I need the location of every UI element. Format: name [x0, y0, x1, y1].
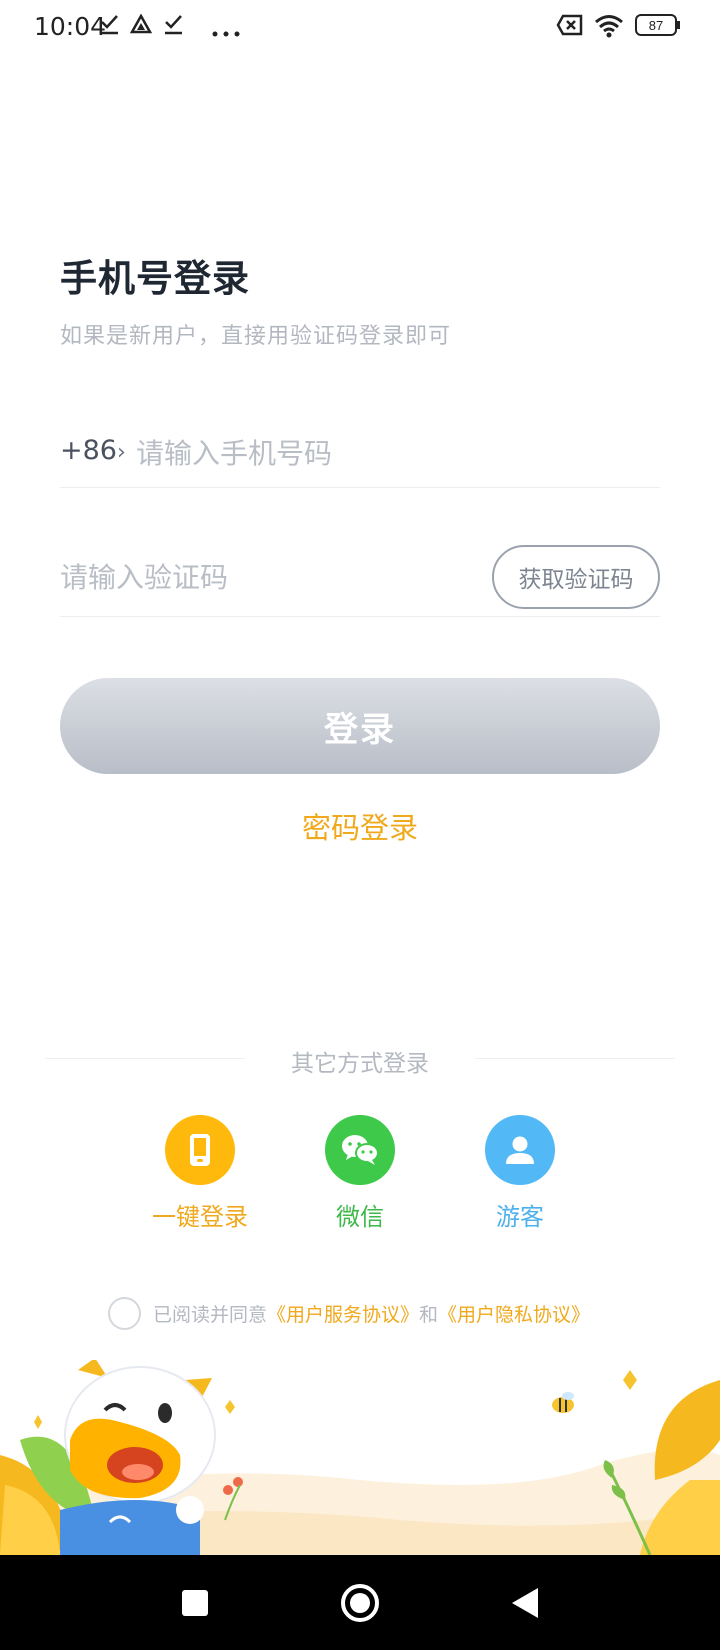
verification-code-input[interactable]: [60, 553, 460, 601]
wechat-login-label: 微信: [336, 1203, 384, 1231]
divider-line: [475, 1058, 675, 1059]
agreement-prefix: 已阅读并同意: [153, 1303, 268, 1326]
agreement-row: 已阅读并同意 《用户服务协议》 和 《用户隐私协议》: [108, 1296, 590, 1330]
phone-icon[interactable]: [165, 1115, 235, 1185]
navigation-bar: [0, 1555, 720, 1650]
password-login-link[interactable]: 密码登录: [0, 805, 720, 847]
status-bar: 10:04 87: [0, 0, 720, 56]
wechat-login-button[interactable]: 微信: [300, 1115, 420, 1232]
chevron-right-icon[interactable]: ›: [117, 440, 126, 465]
login-button[interactable]: 登录: [60, 678, 660, 774]
recent-apps-button[interactable]: [140, 1555, 250, 1650]
drive-icon: [129, 13, 153, 40]
one-key-login-label: 一键登录: [152, 1203, 248, 1231]
get-code-button[interactable]: 获取验证码: [492, 545, 660, 609]
country-code-selector[interactable]: +86: [60, 435, 117, 466]
phone-row: +86 ›: [60, 430, 660, 488]
other-methods-title: 其它方式登录: [291, 1051, 429, 1077]
battery-icon: 87: [634, 12, 682, 42]
back-triangle-icon: [512, 1587, 538, 1618]
check-icon: [100, 14, 120, 40]
guest-login-button[interactable]: 游客: [460, 1115, 580, 1232]
battery-level: 87: [649, 18, 663, 33]
code-row: 获取验证码: [60, 545, 660, 617]
user-icon[interactable]: [485, 1115, 555, 1185]
home-button[interactable]: [305, 1555, 415, 1650]
service-agreement-link[interactable]: 《用户服务协议》: [267, 1300, 419, 1327]
square-icon: [182, 1589, 208, 1616]
mascot-illustration: [0, 1358, 720, 1556]
more-icon: [212, 22, 240, 41]
wechat-icon[interactable]: [325, 1115, 395, 1185]
check-icon: [164, 14, 184, 40]
status-time: 10:04: [34, 12, 107, 41]
agreement-and: 和: [419, 1303, 439, 1326]
home-circle-icon: [341, 1583, 379, 1622]
agreement-checkbox[interactable]: [108, 1296, 141, 1330]
mascot-icon: [60, 1358, 216, 1555]
phone-input[interactable]: [136, 430, 636, 476]
bee-icon: [552, 1392, 574, 1413]
page-subtitle: 如果是新用户，直接用验证码登录即可: [60, 324, 452, 349]
back-button[interactable]: [470, 1555, 580, 1650]
one-key-login-button[interactable]: 一键登录: [140, 1115, 260, 1232]
page-title: 手机号登录: [60, 257, 250, 300]
privacy-agreement-link[interactable]: 《用户隐私协议》: [438, 1300, 590, 1327]
sim-off-icon: [556, 14, 584, 40]
other-methods-divider: 其它方式登录: [45, 1040, 675, 1078]
guest-login-label: 游客: [496, 1203, 544, 1231]
wifi-icon: [594, 14, 624, 42]
